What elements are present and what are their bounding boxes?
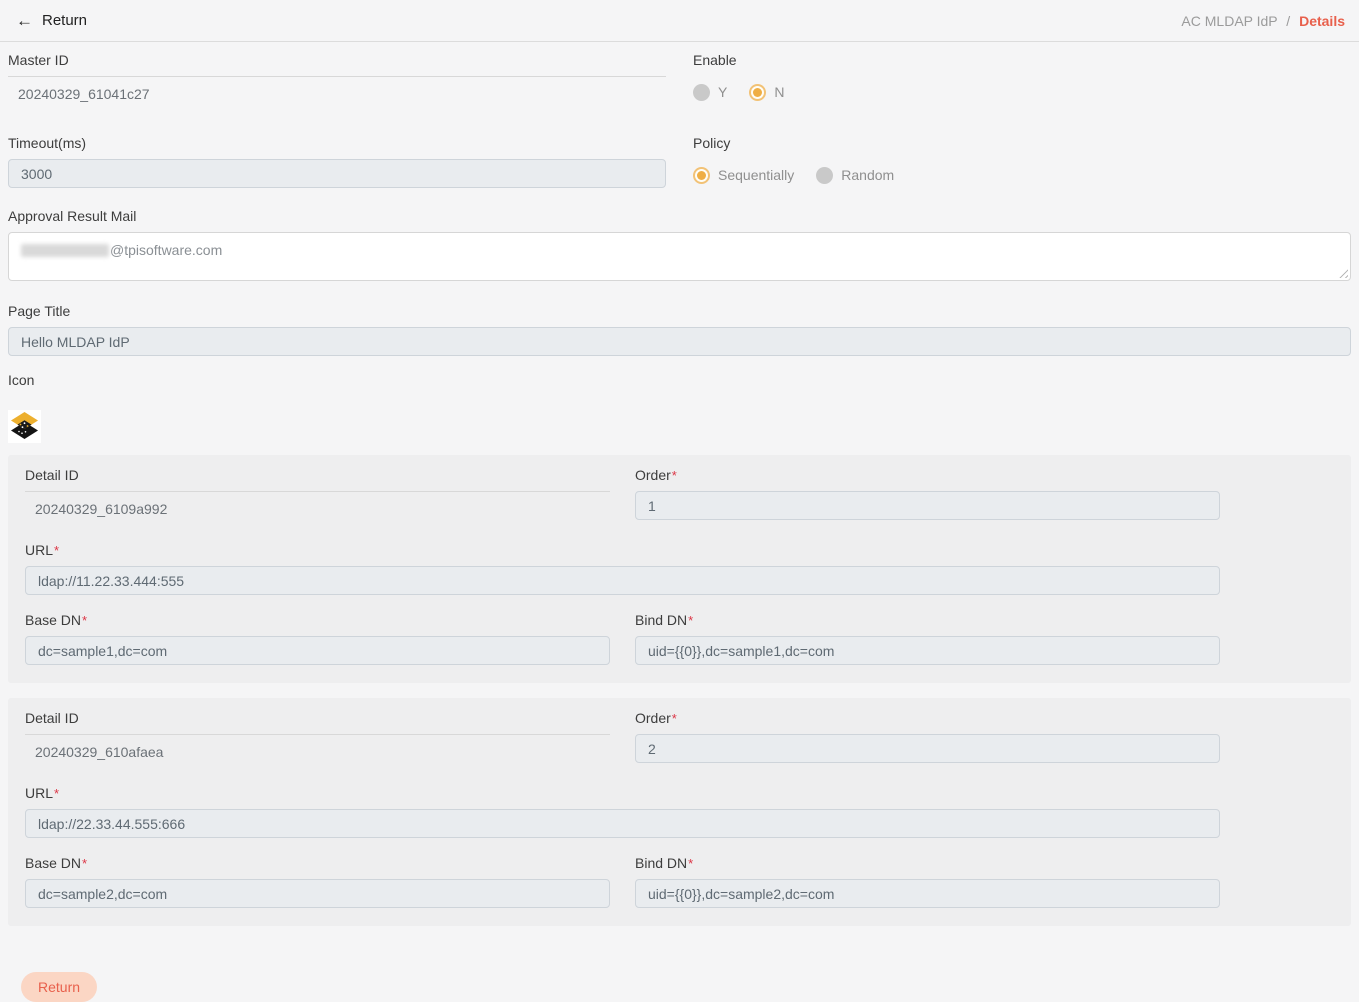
timeout-label: Timeout(ms) xyxy=(8,135,666,151)
icon-field: Icon xyxy=(8,372,1351,443)
enable-radio-n[interactable]: N xyxy=(749,84,784,101)
bind-dn-field: Bind DN* xyxy=(635,612,1220,665)
base-dn-input[interactable] xyxy=(25,636,610,665)
page-title-input[interactable] xyxy=(8,327,1351,356)
page-title-field: Page Title xyxy=(8,303,1351,356)
order-input[interactable] xyxy=(635,491,1220,520)
policy-radio-sequentially[interactable]: Sequentially xyxy=(693,167,794,184)
required-asterisk: * xyxy=(672,468,677,483)
enable-option-y-label: Y xyxy=(718,84,727,100)
back-arrow-icon: ← xyxy=(16,12,33,29)
url-label: URL* xyxy=(25,542,1220,558)
detail-panel-2: Detail ID 20240329_610afaea Order* URL* … xyxy=(8,698,1351,926)
icon-label: Icon xyxy=(8,372,1351,388)
order-field: Order* xyxy=(635,467,1220,520)
return-link[interactable]: ← Return xyxy=(16,12,87,29)
detail-id-label: Detail ID xyxy=(25,710,610,726)
url-label: URL* xyxy=(25,785,1220,801)
required-asterisk: * xyxy=(54,786,59,801)
required-asterisk: * xyxy=(672,711,677,726)
master-id-value: 20240329_61041c27 xyxy=(8,77,666,102)
required-asterisk: * xyxy=(82,856,87,871)
base-dn-field: Base DN* xyxy=(25,855,610,908)
approval-mail-textarea[interactable]: @tpisoftware.com xyxy=(8,232,1351,281)
footer: Return xyxy=(8,941,1351,1002)
required-asterisk: * xyxy=(688,613,693,628)
policy-option-sequentially-label: Sequentially xyxy=(718,167,794,183)
radio-icon xyxy=(816,167,833,184)
enable-field: Enable Y N xyxy=(693,52,1351,105)
base-dn-label: Base DN* xyxy=(25,855,610,871)
enable-label: Enable xyxy=(693,52,1351,68)
resize-grip-icon[interactable] xyxy=(1338,268,1348,278)
policy-field: Policy Sequentially Random xyxy=(693,135,1351,188)
redacted-mail-username xyxy=(21,244,109,257)
breadcrumb-separator: / xyxy=(1286,13,1290,29)
enable-radio-y[interactable]: Y xyxy=(693,84,727,101)
detail-panel-1: Detail ID 20240329_6109a992 Order* URL* … xyxy=(8,455,1351,683)
url-input[interactable] xyxy=(25,566,1220,595)
base-dn-label: Base DN* xyxy=(25,612,610,628)
radio-icon xyxy=(693,167,710,184)
return-link-label: Return xyxy=(42,12,87,29)
top-bar: ← Return AC MLDAP IdP / Details xyxy=(0,0,1359,42)
required-asterisk: * xyxy=(54,543,59,558)
order-label: Order* xyxy=(635,710,1220,726)
approval-mail-field: Approval Result Mail @tpisoftware.com xyxy=(8,208,1351,281)
url-input[interactable] xyxy=(25,809,1220,838)
detail-id-value: 20240329_6109a992 xyxy=(25,492,610,517)
bind-dn-label: Bind DN* xyxy=(635,612,1220,628)
breadcrumb-current: Details xyxy=(1299,13,1345,29)
base-dn-input[interactable] xyxy=(25,879,610,908)
order-input[interactable] xyxy=(635,734,1220,763)
base-dn-field: Base DN* xyxy=(25,612,610,665)
bind-dn-input[interactable] xyxy=(635,636,1220,665)
policy-radio-random[interactable]: Random xyxy=(816,167,894,184)
detail-id-value: 20240329_610afaea xyxy=(25,735,610,760)
order-label: Order* xyxy=(635,467,1220,483)
tpisoftware-logo-icon xyxy=(8,410,41,443)
detail-id-field: Detail ID 20240329_610afaea xyxy=(25,710,610,763)
timeout-field: Timeout(ms) xyxy=(8,135,666,188)
breadcrumb-section[interactable]: AC MLDAP IdP xyxy=(1181,13,1277,29)
url-field: URL* xyxy=(25,542,1220,595)
details-form: Master ID 20240329_61041c27 Enable Y N T… xyxy=(0,42,1359,1002)
page-title-label: Page Title xyxy=(8,303,1351,319)
order-field: Order* xyxy=(635,710,1220,763)
url-field: URL* xyxy=(25,785,1220,838)
breadcrumb: AC MLDAP IdP / Details xyxy=(1181,13,1345,29)
bind-dn-input[interactable] xyxy=(635,879,1220,908)
bind-dn-label: Bind DN* xyxy=(635,855,1220,871)
policy-option-random-label: Random xyxy=(841,167,894,183)
master-id-label: Master ID xyxy=(8,52,666,68)
return-button[interactable]: Return xyxy=(21,972,97,1002)
required-asterisk: * xyxy=(82,613,87,628)
detail-id-field: Detail ID 20240329_6109a992 xyxy=(25,467,610,520)
approval-mail-value: @tpisoftware.com xyxy=(110,242,222,258)
bind-dn-field: Bind DN* xyxy=(635,855,1220,908)
timeout-input[interactable] xyxy=(8,159,666,188)
policy-label: Policy xyxy=(693,135,1351,151)
required-asterisk: * xyxy=(688,856,693,871)
radio-icon xyxy=(693,84,710,101)
master-id-field: Master ID 20240329_61041c27 xyxy=(8,52,666,105)
radio-icon xyxy=(749,84,766,101)
enable-option-n-label: N xyxy=(774,84,784,100)
approval-mail-label: Approval Result Mail xyxy=(8,208,1351,224)
detail-id-label: Detail ID xyxy=(25,467,610,483)
